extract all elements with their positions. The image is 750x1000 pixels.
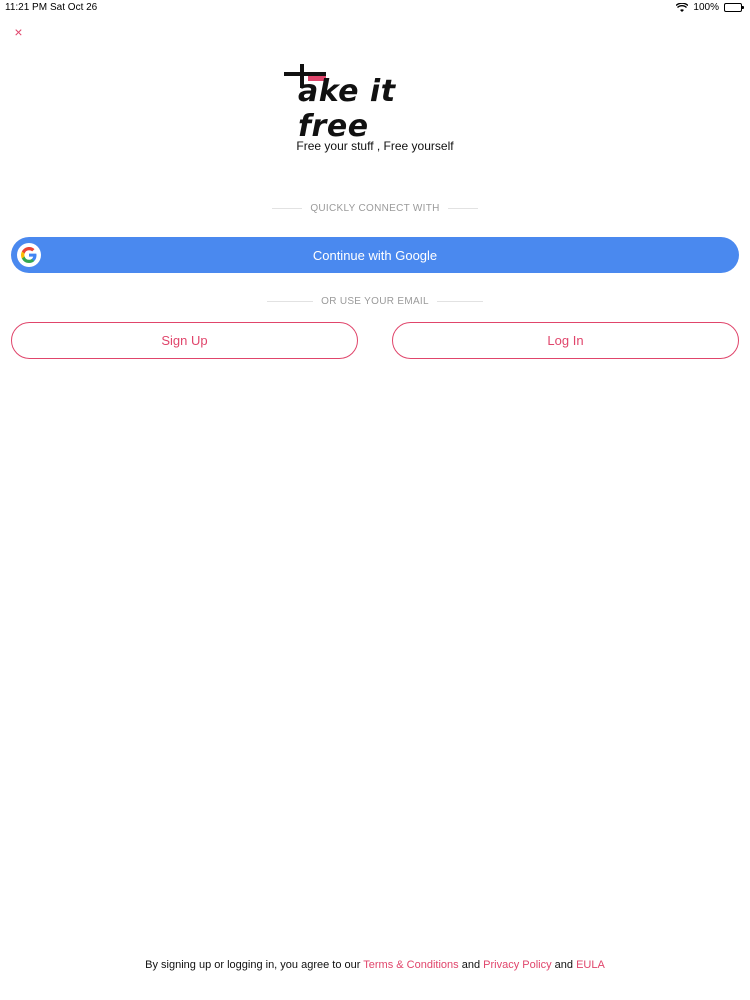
footer-and-2: and [554, 959, 574, 971]
eula-link[interactable]: EULA [576, 959, 605, 971]
terms-link[interactable]: Terms & Conditions [363, 959, 458, 971]
email-divider: OR USE YOUR EMAIL [0, 296, 750, 307]
google-icon [17, 243, 41, 267]
status-indicators: 100% [676, 2, 744, 13]
google-button-label: Continue with Google [312, 247, 438, 263]
privacy-policy-link[interactable]: Privacy Policy [483, 959, 551, 971]
status-date: Sat Oct 26 [50, 2, 98, 13]
connect-divider: QUICKLY CONNECT WITH [0, 203, 750, 214]
status-time: 11:21 PM [5, 2, 48, 13]
email-divider-label: OR USE YOUR EMAIL [321, 296, 429, 307]
close-button[interactable]: × [11, 25, 26, 40]
status-bar: 11:21 PM Sat Oct 26 100% [0, 0, 750, 16]
login-screen: 11:21 PM Sat Oct 26 100% × ake it free F… [0, 0, 750, 1000]
footer-and-1: and [461, 959, 481, 971]
log-in-button[interactable]: Log In [392, 322, 739, 359]
legal-footer: By signing up or logging in, you agree t… [0, 959, 750, 971]
continue-with-google-button[interactable]: Continue with Google [11, 237, 739, 273]
logo-text: ake it free [298, 74, 396, 144]
take-it-free-logo: ake it free [282, 62, 472, 144]
tagline: Free your stuff , Free yourself [296, 139, 454, 153]
footer-prefix: By signing up or logging in, you agree t… [145, 959, 361, 971]
connect-divider-label: QUICKLY CONNECT WITH [310, 203, 440, 214]
wifi-icon [676, 3, 689, 12]
battery-percent: 100% [693, 2, 719, 13]
sign-up-button[interactable]: Sign Up [11, 322, 358, 359]
battery-icon [724, 3, 744, 12]
